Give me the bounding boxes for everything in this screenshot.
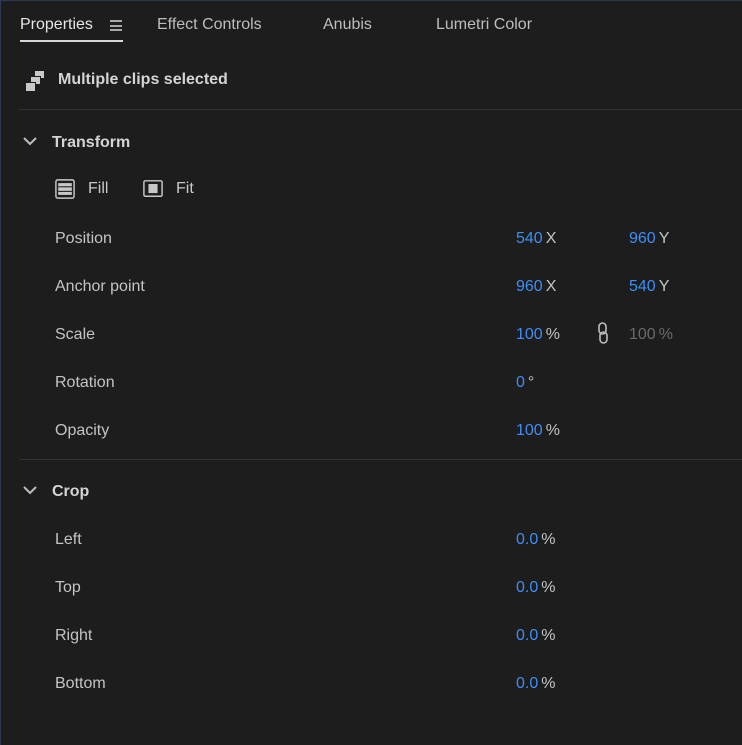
anchor-y-field[interactable]: 540 Y xyxy=(629,278,669,296)
fit-label: Fit xyxy=(176,180,194,197)
opacity-unit: % xyxy=(545,422,560,439)
position-x-field[interactable]: 540 X xyxy=(516,230,556,248)
crop-top-field[interactable]: 0.0% xyxy=(516,579,555,597)
crop-right-unit: % xyxy=(541,627,556,644)
position-y-field[interactable]: 960 Y xyxy=(629,230,669,248)
position-y-value[interactable]: 960 xyxy=(629,230,656,247)
crop-top-label: Top xyxy=(55,579,81,596)
selection-title: Multiple clips selected xyxy=(58,71,228,88)
rotation-field[interactable]: 0 ° xyxy=(516,374,534,392)
opacity-label: Opacity xyxy=(55,422,110,439)
crop-bottom-label: Bottom xyxy=(55,675,106,692)
anchor-x-value[interactable]: 960 xyxy=(516,278,543,295)
crop-bottom-field[interactable]: 0.0% xyxy=(516,675,555,693)
anchor-point-label: Anchor point xyxy=(55,278,145,295)
position-x-value[interactable]: 540 xyxy=(516,230,543,247)
rotation-label: Rotation xyxy=(55,374,115,391)
chevron-down-icon xyxy=(23,137,37,146)
scale-label: Scale xyxy=(55,326,96,343)
crop-title: Crop xyxy=(52,483,90,500)
fill-frame-icon xyxy=(55,179,75,199)
position-x-unit: X xyxy=(545,230,557,247)
tab-effect-controls[interactable]: Effect Controls xyxy=(157,16,262,34)
crop-left-value[interactable]: 0.0 xyxy=(516,531,538,548)
opacity-value[interactable]: 100 xyxy=(516,422,543,439)
tab-anubis[interactable]: Anubis xyxy=(323,16,372,34)
crop-top-unit: % xyxy=(541,579,556,596)
position-y-unit: Y xyxy=(658,230,670,247)
scale-linked-value: 100 xyxy=(629,326,656,343)
anchor-y-value[interactable]: 540 xyxy=(629,278,656,295)
scale-field[interactable]: 100% xyxy=(516,326,560,344)
position-label: Position xyxy=(55,230,112,247)
rotation-value[interactable]: 0 xyxy=(516,374,525,391)
scale-unit: % xyxy=(545,326,560,343)
transform-section-header[interactable]: Transform xyxy=(22,133,130,152)
divider xyxy=(19,459,742,460)
fill-button[interactable]: Fill xyxy=(54,179,108,199)
anchor-x-unit: X xyxy=(545,278,557,295)
anchor-x-field[interactable]: 960 X xyxy=(516,278,556,296)
crop-left-unit: % xyxy=(541,531,556,548)
crop-section-header[interactable]: Crop xyxy=(22,482,89,501)
scale-linked-unit: % xyxy=(658,326,673,343)
tab-bar: Properties Effect Controls Anubis Lumetr… xyxy=(1,1,742,49)
scale-linked-field: 100% xyxy=(629,326,673,344)
crop-top-value[interactable]: 0.0 xyxy=(516,579,538,596)
crop-right-value[interactable]: 0.0 xyxy=(516,627,538,644)
crop-right-field[interactable]: 0.0% xyxy=(516,627,555,645)
crop-bottom-unit: % xyxy=(541,675,556,692)
crop-right-label: Right xyxy=(55,627,93,644)
fit-frame-icon xyxy=(143,180,163,197)
multiple-clips-icon xyxy=(25,71,47,92)
transform-title: Transform xyxy=(52,134,131,151)
fit-button[interactable]: Fit xyxy=(142,179,194,199)
divider xyxy=(19,109,742,110)
link-icon[interactable] xyxy=(597,321,609,345)
tab-properties[interactable]: Properties xyxy=(20,16,93,34)
active-tab-indicator xyxy=(20,40,123,42)
crop-left-field[interactable]: 0.0% xyxy=(516,531,555,549)
anchor-y-unit: Y xyxy=(658,278,670,295)
tab-lumetri-color[interactable]: Lumetri Color xyxy=(436,16,532,34)
crop-left-label: Left xyxy=(55,531,82,548)
fill-label: Fill xyxy=(88,180,109,197)
crop-bottom-value[interactable]: 0.0 xyxy=(516,675,538,692)
scale-value[interactable]: 100 xyxy=(516,326,543,343)
chevron-down-icon xyxy=(23,486,37,495)
properties-panel: Properties Effect Controls Anubis Lumetr… xyxy=(0,0,742,745)
rotation-unit: ° xyxy=(527,374,535,391)
panel-menu-icon[interactable] xyxy=(110,20,122,31)
opacity-field[interactable]: 100% xyxy=(516,422,560,440)
